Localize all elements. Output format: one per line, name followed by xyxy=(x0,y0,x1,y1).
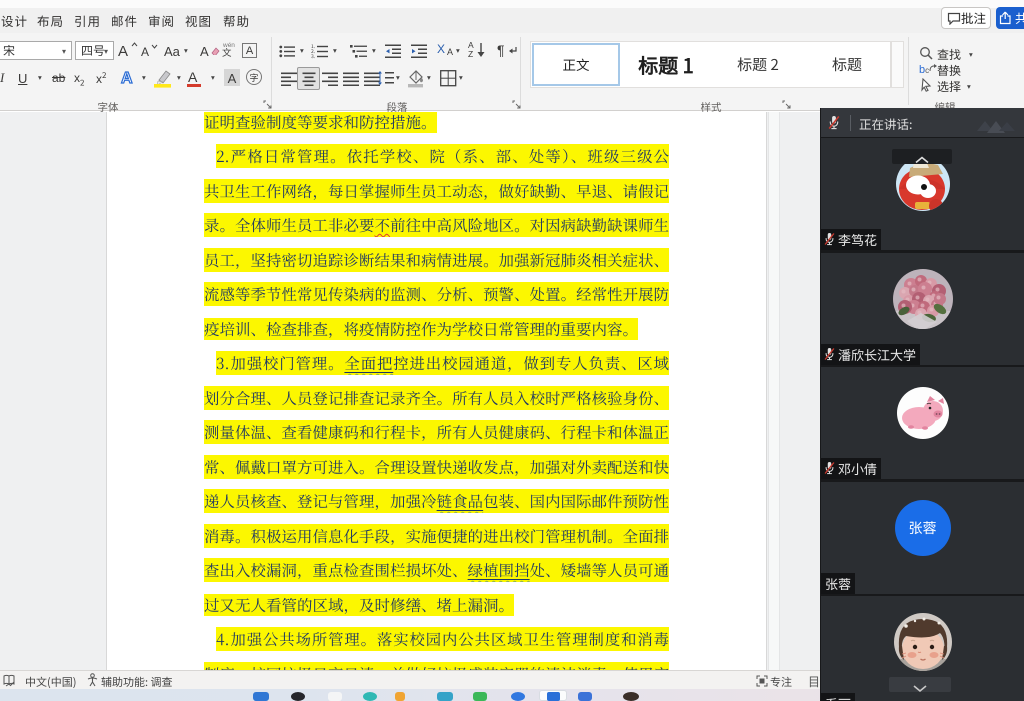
svg-text:3.: 3. xyxy=(311,53,316,59)
